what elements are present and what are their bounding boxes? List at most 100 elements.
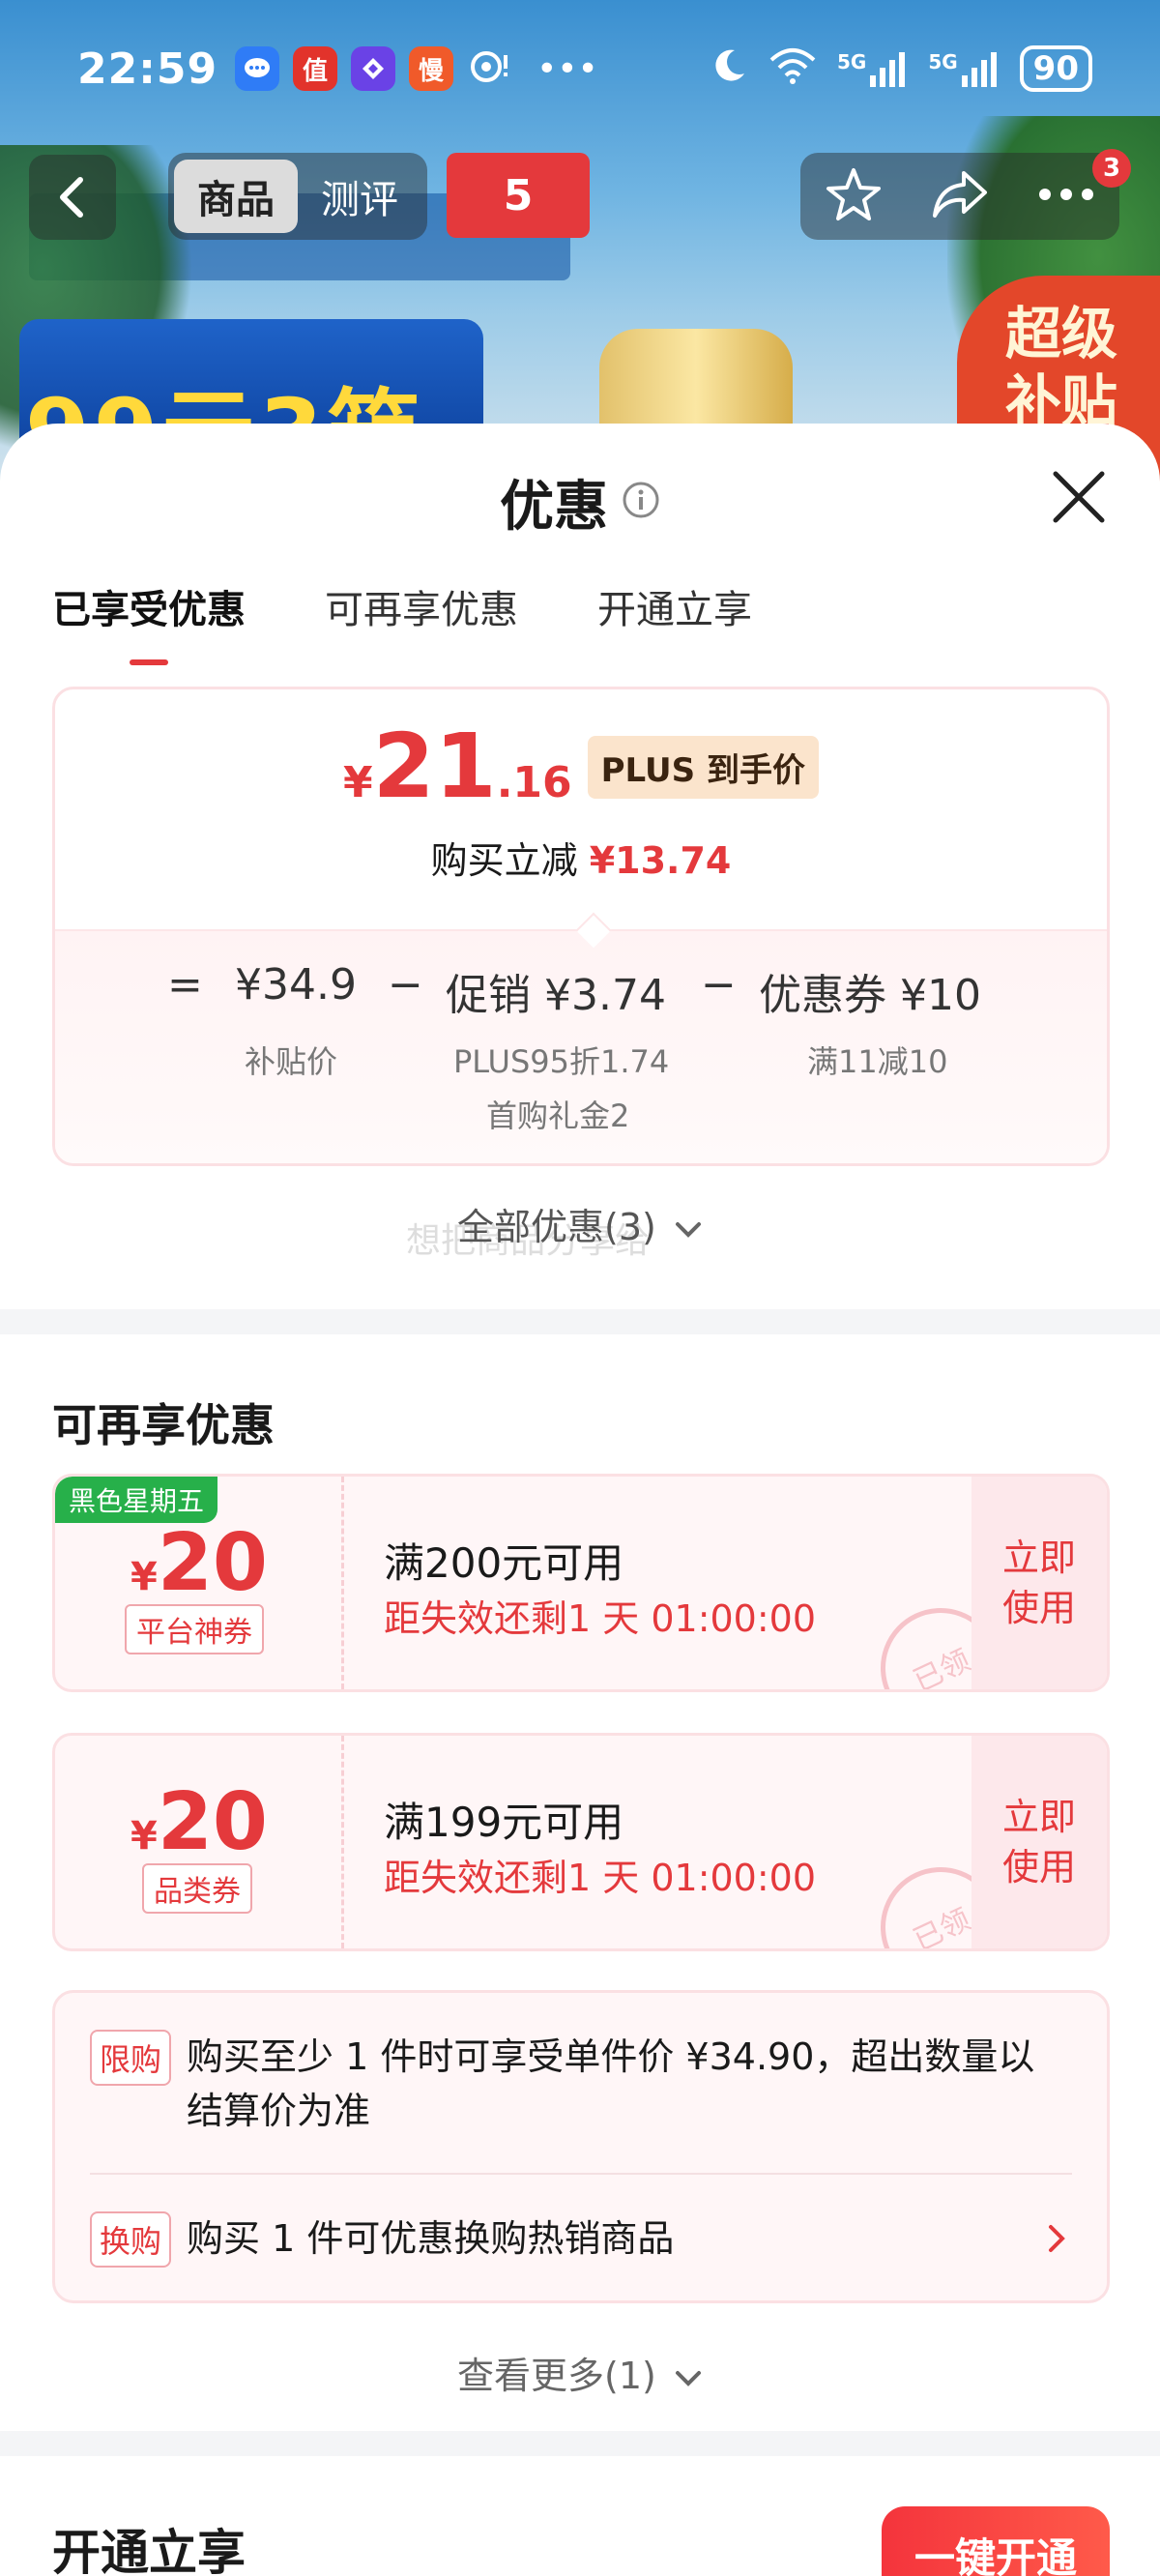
coupon-currency: ¥	[130, 1814, 158, 1859]
message-count-badge: 3	[1092, 149, 1131, 188]
final-price: ¥ 21 .16 PLUS 到手价	[55, 718, 1107, 815]
section-divider	[0, 1309, 1160, 1334]
coupon-currency: ¥	[130, 1555, 158, 1599]
see-more-label: 查看更多(1)	[457, 2355, 656, 2397]
promotion-detail-1: PLUS95折1.74	[453, 1043, 670, 1080]
chevron-left-icon	[60, 177, 83, 218]
use-now-label: 立即使用	[1001, 1537, 1076, 1629]
one-click-open-button[interactable]: 一键开通	[882, 2506, 1110, 2576]
trade-in-tag: 换购	[90, 2211, 172, 2268]
price-formula: = ¥34.9 − 促销 ¥3.74 − 优惠券 ¥10	[55, 960, 1107, 1020]
notification-icons: 值 慢 •••	[235, 46, 598, 91]
chevron-down-icon	[675, 2371, 701, 2386]
signal-2: 5G	[928, 50, 1000, 87]
instant-reduction: 购买立减 ¥13.74	[55, 831, 1107, 884]
use-now-button[interactable]: 立即使用	[972, 1736, 1107, 1948]
moon-icon	[710, 46, 748, 92]
info-icon[interactable]	[622, 481, 660, 523]
star-icon[interactable]	[825, 166, 883, 226]
tab-open-enjoy[interactable]: 开通立享	[597, 578, 752, 665]
more-icon[interactable]	[1037, 187, 1095, 206]
man-app-icon: 慢	[409, 46, 454, 91]
tab-more-offers[interactable]: 可再享优惠	[325, 578, 518, 665]
formula-base-price: ¥34.9	[235, 960, 357, 1010]
price-integer: 21	[372, 715, 497, 818]
limit-text: 购买至少 1 件时可享受单件价 ¥34.90，超出数量以结算价为准	[187, 2035, 1035, 2132]
network-type-2: 5G	[928, 50, 958, 73]
hotspot-icon	[467, 47, 509, 90]
price-formula-section: = ¥34.9 − 促销 ¥3.74 − 优惠券 ¥10 补贴价 PLUS95折…	[55, 929, 1107, 1163]
status-indicators: 5G 5G 90	[710, 45, 1092, 92]
coupon-condition: 满199元可用	[384, 1799, 624, 1846]
info-divider	[90, 2173, 1072, 2175]
see-more-toggle[interactable]: 查看更多(1)	[0, 2346, 1160, 2399]
trade-in-text: 购买 1 件可优惠换购热销商品	[187, 2217, 675, 2260]
offers-sheet: 优惠 已享受优惠 可再享优惠 开通立享 ¥ 21 .16 PLUS 到手价 购买…	[0, 424, 1160, 2576]
tab-enjoyed-offers[interactable]: 已享受优惠	[52, 578, 246, 665]
black-friday-flag: 黑色星期五	[55, 1477, 218, 1523]
jd-ecard-badge[interactable]: 5	[447, 153, 590, 238]
chevron-right-icon[interactable]	[1047, 2223, 1068, 2258]
sheet-title: 优惠	[500, 475, 608, 539]
one-click-open-label: 一键开通	[914, 2534, 1077, 2576]
offer-tabs: 已享受优惠 可再享优惠 开通立享	[52, 578, 752, 665]
network-type-1: 5G	[836, 50, 867, 73]
price-currency: ¥	[343, 758, 373, 807]
battery-indicator: 90	[1019, 45, 1092, 92]
base-price-label: 补贴价	[245, 1043, 338, 1080]
messages-icon	[235, 46, 280, 91]
purchase-rules-card: 限购 购买至少 1 件时可享受单件价 ¥34.90，超出数量以结算价为准 换购 …	[52, 1990, 1110, 2303]
price-breakdown-card: ¥ 21 .16 PLUS 到手价 购买立减 ¥13.74 = ¥34.9 − …	[52, 687, 1110, 1166]
formula-equals: =	[167, 960, 203, 1010]
section-title-open-enjoy: 开通立享	[52, 2525, 246, 2576]
coupon-detail: 满11减10	[807, 1043, 948, 1080]
close-button[interactable]	[1048, 466, 1110, 528]
smzdm-icon: 值	[293, 46, 338, 91]
formula-minus-1: −	[388, 960, 423, 1010]
coupon-amount: ¥20	[55, 1776, 343, 1868]
coupon-card: ¥20 品类券 满199元可用 距失效还剩1 天 01:00:00 已领 立即使…	[52, 1733, 1110, 1951]
price-decimal: .16	[496, 758, 572, 807]
signal-1: 5G	[837, 50, 909, 87]
coupon-condition: 满200元可用	[384, 1539, 624, 1587]
coupon-separator	[341, 1477, 344, 1689]
coupon-value-area: ¥20 品类券	[55, 1736, 343, 1948]
all-offers-label: 全部优惠(3)	[457, 1206, 656, 1248]
tab-review[interactable]: 测评	[298, 160, 421, 233]
stamp-text: 已领	[908, 1902, 976, 1951]
back-button[interactable]	[29, 155, 116, 240]
status-bar: 22:59 值 慢 ••• 5G 5G 90	[0, 33, 1160, 104]
coupon-card: ¥20 平台神券 黑色星期五 满200元可用 距失效还剩1 天 01:00:00…	[52, 1474, 1110, 1692]
close-icon	[1053, 471, 1105, 523]
more-notifications-icon: •••	[536, 48, 598, 89]
formula-coupon: 优惠券 ¥10	[759, 971, 981, 1020]
all-offers-toggle[interactable]: 全部优惠(3)	[0, 1197, 1160, 1250]
coupon-expiry: 距失效还剩1 天 01:00:00	[384, 1857, 817, 1899]
sheet-header: 优惠	[0, 468, 1160, 539]
stamp-text: 已领	[908, 1643, 976, 1692]
coupon-type-tag: 品类券	[142, 1863, 252, 1914]
share-icon[interactable]	[931, 167, 989, 225]
jd-ecard-value: 5	[503, 170, 534, 220]
plus-price-tag: PLUS 到手价	[587, 735, 819, 799]
use-now-label: 立即使用	[1001, 1796, 1076, 1888]
tab-product[interactable]: 商品	[174, 160, 298, 233]
promotion-detail-2: 首购礼金2	[486, 1098, 630, 1134]
top-actions	[800, 153, 1119, 240]
section-title-more-offers: 可再享优惠	[52, 1399, 275, 1451]
wifi-icon	[768, 46, 818, 92]
purple-app-icon	[351, 46, 396, 91]
formula-minus-2: −	[701, 960, 737, 1010]
coupon-value: 20	[157, 1517, 268, 1609]
coupon-value: 20	[157, 1776, 268, 1868]
reduction-label: 购买立减	[430, 839, 578, 882]
formula-promotion: 促销 ¥3.74	[446, 971, 666, 1020]
chevron-down-icon	[675, 1222, 701, 1238]
use-now-button[interactable]: 立即使用	[972, 1477, 1107, 1689]
status-time: 22:59	[77, 44, 218, 94]
final-price-section: ¥ 21 .16 PLUS 到手价 购买立减 ¥13.74	[55, 689, 1107, 929]
reduction-amount: ¥13.74	[589, 839, 732, 882]
section-divider	[0, 2431, 1160, 2456]
limit-tag: 限购	[90, 2030, 172, 2086]
super-subsidy-text: 超级补贴	[1004, 301, 1117, 434]
